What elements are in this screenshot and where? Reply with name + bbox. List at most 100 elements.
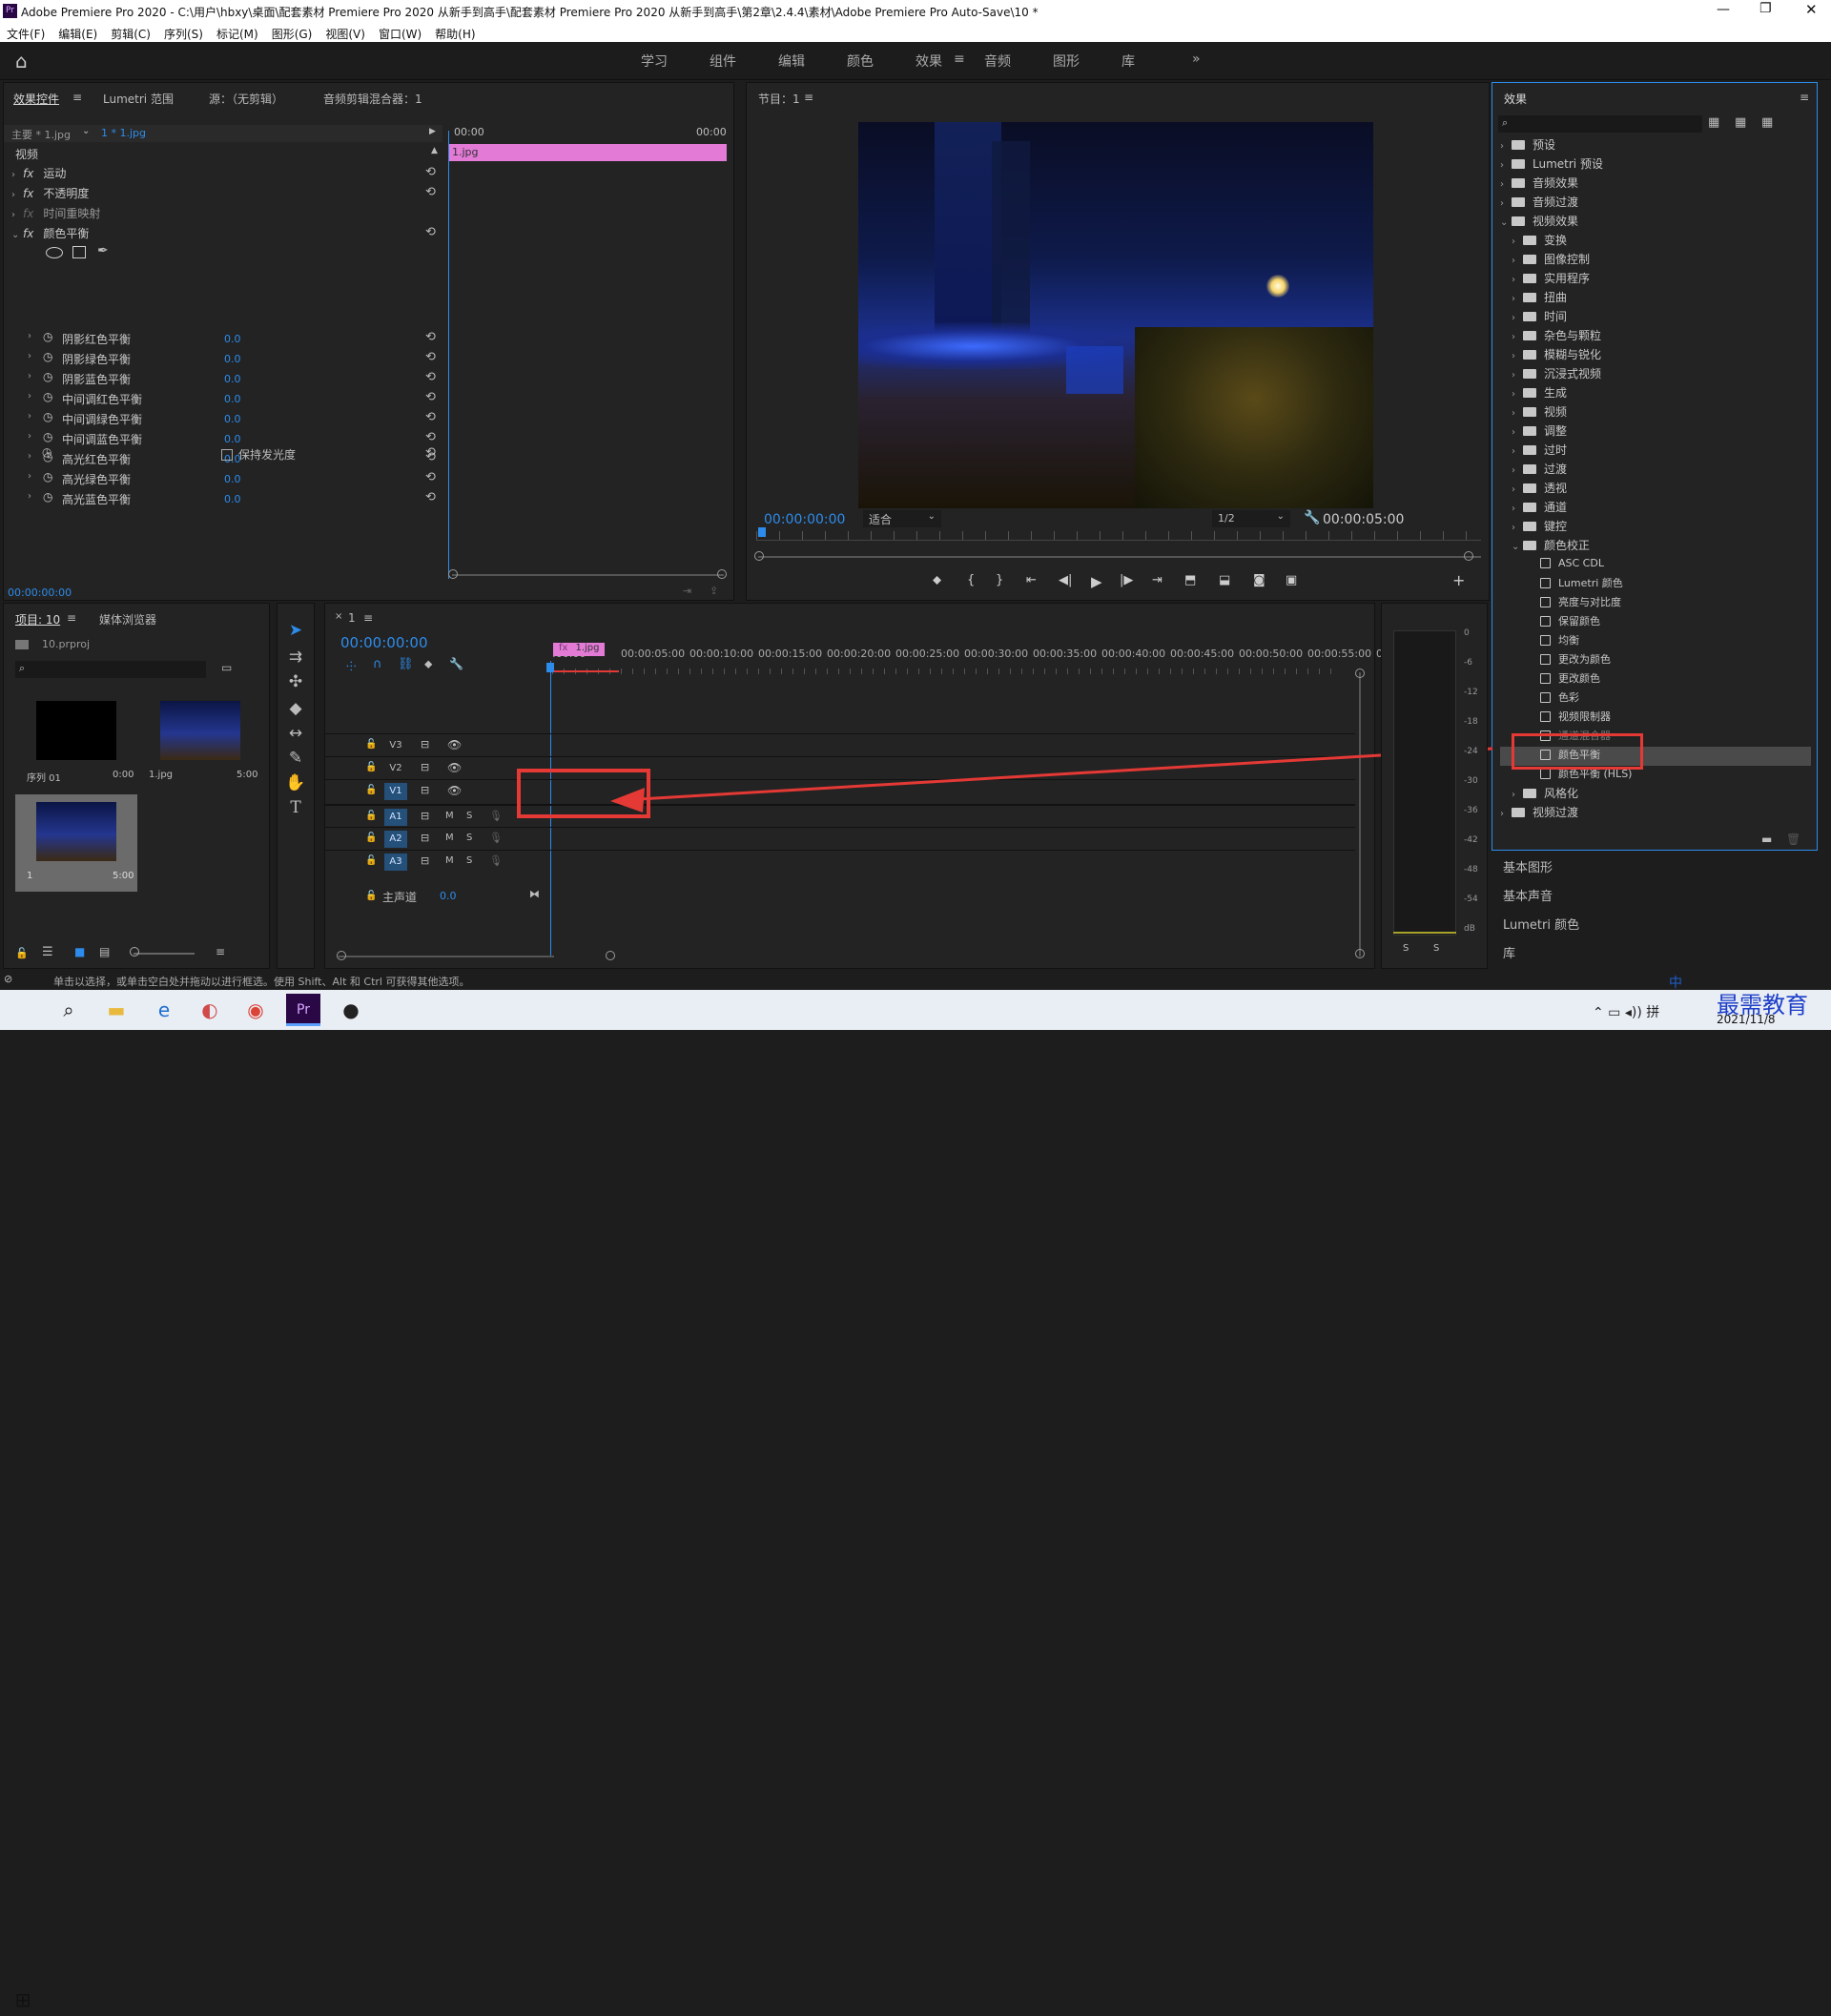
chevron-right-icon[interactable]: › bbox=[1512, 351, 1523, 361]
reset-icon[interactable]: ⟲ bbox=[425, 165, 436, 179]
effects-subcategory[interactable]: › 时间 bbox=[1512, 308, 1567, 327]
chevron-right-icon[interactable]: › bbox=[1500, 160, 1512, 171]
track-target[interactable]: V1 bbox=[384, 783, 407, 800]
effect-item[interactable]: 更改为颜色 bbox=[1500, 651, 1811, 670]
param-value[interactable]: 0.0 bbox=[224, 373, 241, 385]
track-target[interactable]: A1 bbox=[384, 809, 407, 826]
effects-subcategory[interactable]: › 实用程序 bbox=[1512, 270, 1590, 289]
solo-right-button[interactable]: S bbox=[1433, 943, 1439, 954]
chevron-right-icon[interactable]: › bbox=[1512, 504, 1523, 514]
wrench-icon[interactable]: 🔧 bbox=[449, 657, 463, 670]
v-scroll-handle[interactable] bbox=[1355, 669, 1365, 678]
effects-subcategory[interactable]: › 过渡 bbox=[1512, 461, 1567, 480]
param-row[interactable]: › ◷ 阴影绿色平衡 0.0 ⟲ bbox=[7, 349, 445, 369]
tab-menu-icon[interactable]: ≡ bbox=[67, 611, 76, 625]
track-row[interactable]: 🔓 V1 ⊟ 👁 bbox=[325, 779, 1355, 802]
stopwatch-icon[interactable]: ◷ bbox=[43, 430, 52, 443]
ws-effects[interactable]: 效果 bbox=[916, 51, 942, 71]
timeline-tab[interactable]: 1 bbox=[348, 611, 356, 625]
track-row[interactable]: 🔓 A2 ⊟ M S 🎙 bbox=[325, 827, 1355, 850]
effects-subcategory[interactable]: › 变换 bbox=[1512, 232, 1567, 251]
chevron-right-icon[interactable]: › bbox=[1512, 484, 1523, 495]
chevron-right-icon[interactable]: › bbox=[1512, 790, 1523, 800]
stopwatch-icon[interactable]: ◷ bbox=[43, 330, 52, 343]
effects-subcategory[interactable]: › 调整 bbox=[1512, 422, 1567, 442]
effects-category[interactable]: › 视频过渡 bbox=[1500, 804, 1578, 823]
tab-audio-mixer[interactable]: 音频剪辑混合器：1 bbox=[323, 91, 422, 107]
scroll-handle-left[interactable] bbox=[754, 551, 764, 561]
effects-subcategory[interactable]: › 风格化 bbox=[1512, 785, 1578, 804]
lock-icon[interactable]: 🔓 bbox=[365, 833, 377, 843]
chevron-right-icon[interactable]: › bbox=[28, 471, 31, 482]
effects-subcategory[interactable]: › 扭曲 bbox=[1512, 289, 1567, 308]
h-scroll-handle[interactable] bbox=[337, 951, 346, 960]
param-value[interactable]: 0.0 bbox=[224, 473, 241, 485]
mini-scrollbar[interactable] bbox=[452, 574, 724, 576]
chevron-right-icon[interactable]: › bbox=[1500, 141, 1512, 152]
nest-toggle-icon[interactable]: ⸭ bbox=[346, 657, 357, 674]
chevron-right-icon[interactable]: › bbox=[1512, 275, 1523, 285]
sync-lock-icon[interactable]: ⊟ bbox=[421, 832, 429, 844]
bin-icon[interactable]: ▭ bbox=[221, 661, 232, 674]
effect-item[interactable]: 亮度与对比度 bbox=[1500, 594, 1811, 613]
lock-icon[interactable]: 🔓 bbox=[365, 811, 377, 821]
eye-icon[interactable]: 👁 bbox=[447, 784, 462, 797]
icon-view-icon[interactable]: ■ bbox=[74, 945, 85, 958]
step-forward-icon[interactable]: |▶ bbox=[1120, 573, 1133, 587]
pen-tool-icon[interactable]: ✎ bbox=[284, 749, 307, 771]
chevron-right-icon[interactable]: › bbox=[1512, 408, 1523, 419]
tab-menu-icon[interactable]: ≡ bbox=[72, 91, 82, 104]
mark-out-icon[interactable]: } bbox=[996, 573, 1003, 587]
slip-tool-icon[interactable]: ↔ bbox=[284, 724, 307, 747]
yuv-effects-icon[interactable]: ▦ bbox=[1761, 115, 1773, 130]
lock-icon[interactable]: 🔓 bbox=[15, 947, 29, 959]
selection-tool-icon[interactable]: ➤ bbox=[284, 621, 307, 644]
stopwatch-icon[interactable]: ◷ bbox=[43, 410, 52, 423]
chevron-right-icon[interactable]: › bbox=[28, 431, 31, 442]
extract-icon[interactable]: ⬓ bbox=[1219, 573, 1230, 587]
menu-file[interactable]: 文件(F) bbox=[7, 26, 45, 42]
effects-subcategory[interactable]: › 生成 bbox=[1512, 384, 1567, 403]
ws-effects-menu-icon[interactable]: ≡ bbox=[954, 51, 965, 67]
effect-row-motion[interactable]: › fx 运动 bbox=[11, 165, 66, 185]
scroll-handle-right[interactable] bbox=[717, 569, 727, 579]
project-item-selected[interactable]: 1 5:00 bbox=[15, 794, 137, 892]
effects-subcategory[interactable]: › 模糊与锐化 bbox=[1512, 346, 1601, 365]
add-marker-icon[interactable]: ⬥ bbox=[933, 573, 941, 587]
effects-category[interactable]: › 预设 bbox=[1500, 136, 1555, 155]
export-icon[interactable]: ⇪ bbox=[710, 585, 718, 597]
ws-more-icon[interactable]: » bbox=[1192, 51, 1201, 67]
snap-icon[interactable]: ∩ bbox=[373, 657, 382, 671]
edge-icon[interactable]: e bbox=[147, 994, 181, 1026]
param-value[interactable]: 0.0 bbox=[224, 493, 241, 505]
sync-lock-icon[interactable]: ⊟ bbox=[421, 761, 429, 773]
resolution-dropdown[interactable]: 1/2 ⌄ bbox=[1212, 510, 1290, 527]
wrench-icon[interactable]: 🔧 bbox=[1304, 510, 1320, 525]
ws-audio[interactable]: 音频 bbox=[984, 51, 1011, 71]
chevron-right-icon[interactable]: › bbox=[1500, 198, 1512, 209]
reset-icon[interactable]: ⟲ bbox=[425, 470, 436, 484]
chevron-right-icon[interactable]: › bbox=[1512, 523, 1523, 533]
search-icon[interactable]: ⌕ bbox=[51, 994, 86, 1026]
param-row[interactable]: › ◷ 中间调红色平衡 0.0 ⟲ bbox=[7, 389, 445, 409]
sync-lock-icon[interactable]: ⊟ bbox=[421, 784, 429, 796]
play-icon[interactable]: ▶ bbox=[1091, 573, 1102, 590]
mute-button[interactable]: M bbox=[445, 833, 454, 843]
step-back-icon[interactable]: ◀| bbox=[1059, 573, 1072, 587]
effects-subcategory[interactable]: › 键控 bbox=[1512, 518, 1567, 537]
effects-subcategory[interactable]: › 杂色与颗粒 bbox=[1512, 327, 1601, 346]
effects-subcategory[interactable]: › 通道 bbox=[1512, 499, 1567, 518]
chevron-down-icon[interactable]: ⌄ bbox=[1512, 542, 1523, 552]
mute-button[interactable]: M bbox=[445, 811, 454, 821]
scroll-handle-right[interactable] bbox=[1464, 551, 1473, 561]
menu-help[interactable]: 帮助(H) bbox=[435, 26, 475, 42]
zoom-slider[interactable] bbox=[134, 953, 195, 955]
stopwatch-icon[interactable]: ◷ bbox=[43, 350, 52, 363]
stopwatch-icon[interactable]: ◷ bbox=[43, 490, 52, 504]
play-only-icon[interactable]: ▶ bbox=[429, 127, 436, 136]
param-value[interactable]: 0.0 bbox=[224, 413, 241, 425]
add-marker-icon[interactable]: ⬥ bbox=[424, 657, 432, 671]
effect-row-time-remap[interactable]: › fx 时间重映射 bbox=[11, 205, 100, 225]
tray-icons[interactable]: ⌃ ▭ ◂)) 拼 bbox=[1593, 1002, 1659, 1021]
accelerated-effects-icon[interactable]: ▦ bbox=[1708, 115, 1719, 130]
